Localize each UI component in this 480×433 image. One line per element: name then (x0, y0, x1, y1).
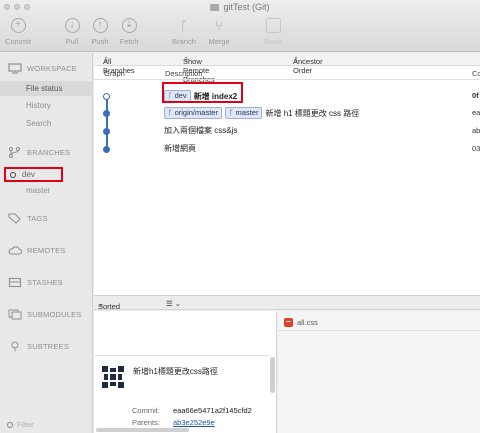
arrow-up-circle-icon: ↑ (92, 18, 108, 33)
graph-node (103, 93, 110, 100)
commit-message: 新增網頁 (164, 144, 196, 153)
sidebar-item-search[interactable]: Search (26, 119, 51, 128)
column-headers: Graph Description Co (94, 66, 480, 80)
commit-column-header[interactable]: Co (472, 69, 480, 78)
sidebar-section-branches[interactable]: BRANCHES (8, 147, 70, 158)
stash-icon (265, 18, 281, 33)
commit-row[interactable]: 新增網頁 03 (94, 141, 480, 158)
file-list-toolbar: Sorted by path ⌄ ☰ ⌄ (94, 295, 480, 329)
diff-pane: − all.css (278, 311, 480, 433)
sidebar-section-tags[interactable]: TAGS (8, 213, 48, 224)
merge-button[interactable]: ⑂ Merge (202, 18, 236, 46)
sidebar-item-file-status[interactable]: File status (0, 81, 93, 96)
sidebar-item-master[interactable]: master (26, 186, 50, 195)
branch-tag-origin-master: ᚴ origin/master (164, 107, 222, 119)
removed-file-icon: − (284, 318, 293, 327)
arrow-down-circle-icon: ↓ (64, 18, 80, 33)
commit-row[interactable]: ᚴ dev 新增 index2 0f (94, 88, 480, 105)
tag-icon (8, 213, 21, 224)
avatar (100, 364, 126, 390)
horizontal-scrollbar[interactable] (96, 428, 189, 432)
commit-hash: 0f (472, 91, 479, 100)
branch-tag-master: ᚴ master (224, 107, 263, 119)
fetch-button[interactable]: ⇣ Fetch (112, 18, 146, 46)
order-select[interactable]: Ancestor Order ⇕ (293, 55, 323, 75)
sidebar-filter-field[interactable]: Filter (7, 420, 34, 429)
sidebar-section-subtrees[interactable]: SUBTREES (8, 341, 69, 352)
title-bar: gitTest (Git) + Commit ↓ Pull ↑ Push ⇣ F… (0, 0, 480, 52)
commit-button[interactable]: + Commit (1, 18, 35, 46)
sidebar-section-submodules[interactable]: SUBMODULES (8, 309, 82, 320)
sidebar-item-dev[interactable]: dev (10, 170, 35, 179)
commit-hash: ea (472, 108, 480, 117)
commit-card: 新增h1標題更改css路徑 Commit: eaa66e5471a2f145cf… (94, 355, 270, 433)
commit-message: 加入兩個檔案 css&js (164, 126, 238, 135)
list-icon[interactable]: ☰ ⌄ (166, 299, 181, 308)
commit-hash-value: eaa66e5471a2f145cfd2 (173, 406, 252, 415)
commit-hash: ab (472, 126, 480, 135)
graph-node (103, 110, 110, 117)
stash-box-icon (8, 277, 22, 288)
sidebar-section-workspace[interactable]: WORKSPACE (8, 63, 77, 74)
merge-icon: ⑂ (215, 18, 223, 33)
branch-filter-select[interactable]: All Branches ⇕ (103, 55, 135, 75)
commit-message: 新增 h1 標題更改 css 路徑 (265, 108, 360, 118)
commit-filter-bar: All Branches ⇕ Show Remote Branches ⇕ An… (94, 53, 480, 84)
sidebar-section-remotes[interactable]: REMOTES (8, 245, 66, 256)
description-column-header[interactable]: Description (165, 69, 203, 78)
commit-label: Commit: (132, 406, 160, 415)
sidebar-item-history[interactable]: History (26, 101, 51, 110)
stash-button[interactable]: Stash (256, 18, 290, 46)
parents-label: Parents: (132, 418, 160, 427)
vertical-scrollbar[interactable] (270, 357, 275, 393)
commit-list-pane: All Branches ⇕ Show Remote Branches ⇕ An… (94, 53, 480, 295)
diff-file-header[interactable]: − all.css (278, 314, 480, 331)
graph-column-header[interactable]: Graph (104, 69, 125, 78)
subtree-icon (11, 341, 19, 352)
sort-select[interactable]: Sorted by path ⌄ (98, 299, 120, 329)
branch-button[interactable]: ᚴ Branch (167, 18, 201, 46)
commit-detail-pane: 新增h1標題更改css路徑 Commit: eaa66e5471a2f145cf… (94, 311, 277, 433)
branch-icon (9, 147, 20, 158)
fetch-circle-icon: ⇣ (121, 18, 137, 33)
diff-file-name: all.css (297, 318, 318, 327)
plus-circle-icon: + (10, 18, 26, 33)
folder-icon (210, 4, 220, 11)
monitor-icon (8, 63, 22, 74)
window-title: gitTest (Git) (0, 2, 480, 12)
commit-row[interactable]: 加入兩個檔案 css&js ab (94, 123, 480, 140)
graph-node (103, 146, 110, 153)
sidebar-section-stashes[interactable]: STASHES (8, 277, 63, 288)
parent-hash-link[interactable]: ab3e252e9e (173, 418, 215, 427)
commit-hash: 03 (472, 144, 480, 153)
detail-commit-message: 新增h1標題更改css路徑 (133, 367, 218, 376)
cloud-icon (8, 246, 22, 255)
commit-highlight-box (162, 82, 243, 103)
branch-icon: ᚴ (180, 18, 188, 33)
search-icon (7, 421, 13, 428)
current-branch-icon (10, 171, 16, 178)
remote-filter-select[interactable]: Show Remote Branches ⇕ (183, 55, 215, 84)
graph-node (103, 128, 110, 135)
sidebar: WORKSPACE File status History Search BRA… (0, 53, 93, 433)
commit-row[interactable]: ᚴ origin/master ᚴ master 新增 h1 標題更改 css … (94, 105, 480, 122)
submodule-icon (8, 309, 22, 320)
